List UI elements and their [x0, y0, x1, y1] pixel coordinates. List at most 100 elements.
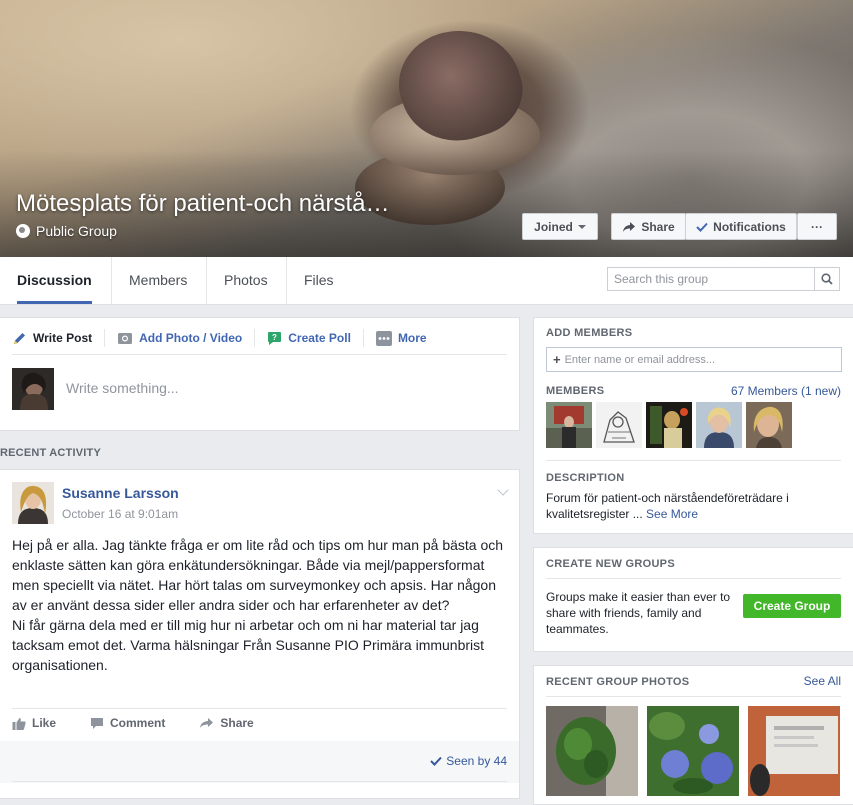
post-author-link[interactable]: Susanne Larsson: [62, 485, 179, 501]
add-members-placeholder: Enter name or email address...: [564, 353, 715, 366]
tab-files[interactable]: Files: [286, 257, 351, 304]
user-avatar-image: [12, 368, 54, 410]
member-photo: [646, 402, 692, 448]
share-arrow-icon: [200, 718, 214, 728]
members-count-link[interactable]: 67 Members (1 new): [731, 384, 841, 398]
create-groups-text: Groups make it easier than ever to share…: [546, 590, 731, 636]
member-thumbnail[interactable]: [546, 402, 592, 448]
comment-icon: [91, 717, 104, 729]
member-thumbnail[interactable]: [646, 402, 692, 448]
check-icon: [430, 756, 443, 766]
more-dots-icon: [375, 330, 392, 346]
post-timestamp[interactable]: October 16 at 9:01am: [62, 507, 178, 521]
plus-icon: +: [553, 352, 561, 367]
member-photo: [546, 402, 592, 448]
search-icon: [821, 273, 833, 285]
members-card: ADD MEMBERS + Enter name or email addres…: [533, 317, 853, 534]
comment-button[interactable]: Comment: [90, 716, 165, 730]
globe-icon: [16, 224, 30, 238]
seen-by-indicator[interactable]: Seen by 44: [430, 754, 507, 768]
member-thumbnail[interactable]: [596, 402, 642, 448]
more-tab[interactable]: More: [375, 329, 439, 347]
share-label: Share: [641, 219, 675, 234]
composer-input[interactable]: Write something...: [66, 380, 179, 396]
post-divider-bottom: [12, 781, 507, 782]
post-body-text: Hej på er alla. Jag tänkte fråga er om l…: [12, 537, 504, 673]
add-photo-video-tab[interactable]: Add Photo / Video: [117, 329, 256, 347]
user-avatar[interactable]: [12, 368, 54, 410]
seen-by-label: Seen by 44: [446, 754, 507, 768]
member-photo: [596, 402, 642, 448]
check-icon: [696, 222, 708, 232]
recent-photo[interactable]: [748, 706, 840, 796]
description-heading: DESCRIPTION: [546, 472, 625, 484]
member-thumbnail[interactable]: [696, 402, 742, 448]
recent-photos-card: RECENT GROUP PHOTOS See All: [533, 665, 853, 805]
recent-photo[interactable]: [546, 706, 638, 796]
group-tab-bar: Discussion Members Photos Files: [0, 257, 853, 305]
members-card-divider: [546, 460, 841, 461]
share-arrow-icon: [623, 221, 636, 232]
group-search: [607, 267, 840, 291]
search-button[interactable]: [814, 268, 839, 290]
author-avatar[interactable]: [12, 482, 54, 524]
post-actions: Like Comment Share: [12, 716, 288, 730]
feed-post: Susanne Larsson October 16 at 9:01am Hej…: [0, 469, 520, 799]
see-all-link[interactable]: See All: [804, 674, 841, 688]
recent-photo-hydrangea: [647, 706, 739, 796]
member-photo: [746, 402, 792, 448]
camera-icon: [118, 333, 133, 344]
share-button[interactable]: Share: [611, 213, 686, 240]
add-photo-video-label: Add Photo / Video: [139, 331, 243, 345]
svg-text:?: ?: [272, 333, 277, 342]
comment-label: Comment: [110, 716, 166, 730]
chevron-down-icon[interactable]: [497, 484, 509, 496]
create-group-button[interactable]: Create Group: [743, 594, 841, 618]
recent-photos-heading: RECENT GROUP PHOTOS: [546, 676, 690, 688]
recent-photo-plant: [546, 706, 638, 796]
recent-photos-divider: [546, 696, 841, 697]
seen-row: Seen by 44: [0, 741, 519, 783]
create-poll-tab[interactable]: ? Create Poll: [267, 329, 364, 347]
create-groups-divider: [546, 578, 841, 579]
post-divider-top: [12, 708, 507, 709]
group-privacy: Public Group: [16, 223, 117, 239]
recent-activity-heading: RECENT ACTIVITY: [0, 447, 101, 459]
joined-button[interactable]: Joined: [522, 213, 598, 240]
like-button[interactable]: Like: [12, 716, 56, 730]
more-options-button[interactable]: ···: [797, 213, 837, 240]
composer-actions: Write Post Add Photo / Video ? Create Po…: [12, 328, 451, 348]
more-options-label: ···: [811, 219, 823, 234]
write-post-label: Write Post: [33, 331, 93, 345]
recent-photo[interactable]: [647, 706, 739, 796]
post-share-label: Share: [220, 716, 254, 730]
thumbs-up-icon: [12, 717, 26, 730]
see-more-link[interactable]: See More: [646, 507, 698, 521]
composer-divider: [12, 354, 507, 355]
create-groups-heading: CREATE NEW GROUPS: [546, 558, 675, 570]
group-search-input[interactable]: [608, 268, 820, 290]
members-heading: MEMBERS: [546, 385, 605, 397]
tab-photos[interactable]: Photos: [206, 257, 285, 304]
post-share-button[interactable]: Share: [199, 716, 254, 730]
joined-label: Joined: [534, 219, 573, 234]
member-thumbnail[interactable]: [746, 402, 792, 448]
add-members-input[interactable]: + Enter name or email address...: [546, 347, 842, 372]
add-members-heading: ADD MEMBERS: [546, 327, 633, 339]
pencil-icon: [14, 332, 25, 344]
tab-members[interactable]: Members: [111, 257, 204, 304]
more-label: More: [397, 331, 427, 345]
post-composer: Write Post Add Photo / Video ? Create Po…: [0, 317, 520, 431]
create-groups-card: CREATE NEW GROUPS Groups make it easier …: [533, 547, 853, 652]
caret-down-icon: [577, 224, 586, 229]
recent-photo-presentation: [748, 706, 840, 796]
tab-discussion[interactable]: Discussion: [0, 257, 109, 304]
cover-photo[interactable]: Mötesplats för patient-och närstå… Publi…: [0, 0, 853, 257]
like-label: Like: [32, 716, 57, 730]
group-title[interactable]: Mötesplats för patient-och närstå…: [16, 190, 390, 218]
poll-icon: ?: [268, 331, 282, 345]
create-poll-label: Create Poll: [288, 331, 351, 345]
write-post-tab[interactable]: Write Post: [12, 329, 106, 347]
notifications-button[interactable]: Notifications: [685, 213, 797, 240]
group-description: Forum för patient-och närståendeföreträd…: [546, 490, 836, 522]
